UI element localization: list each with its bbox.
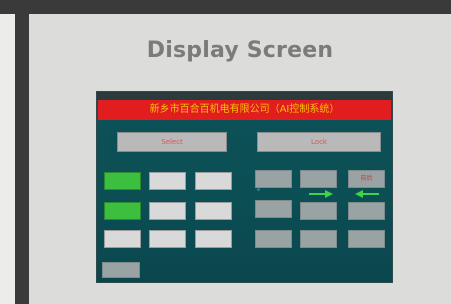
display-screen-panel: Display Screen 新乡市百合百机电有限公司（AI控制系统） Sele… — [29, 14, 451, 304]
left-divider — [15, 14, 29, 304]
hmi-right-button-3-3[interactable] — [348, 230, 385, 248]
hmi-screen-photo: 新乡市百合百机电有限公司（AI控制系统） Select Lock 前后 — [97, 92, 392, 282]
hmi-right-button-2-3[interactable] — [348, 202, 385, 220]
left-arrow-icon — [355, 190, 379, 198]
hmi-right-button-2-2[interactable] — [300, 202, 337, 220]
hmi-right-button-1-2[interactable] — [300, 170, 337, 188]
hmi-left-button-1-2[interactable] — [149, 172, 186, 190]
hmi-top-strip — [97, 92, 392, 100]
hmi-left-button-2-1[interactable] — [104, 202, 141, 220]
hmi-left-button-2-3[interactable] — [195, 202, 232, 220]
left-strip — [0, 14, 15, 304]
hmi-banner: 新乡市百合百机电有限公司（AI控制系统） — [98, 100, 391, 120]
hmi-left-button-1-1[interactable] — [104, 172, 141, 190]
hmi-right-button-2-1[interactable] — [255, 200, 292, 218]
hmi-right-button-3-1[interactable] — [255, 230, 292, 248]
hmi-right-button-1-3[interactable]: 前后 — [348, 170, 385, 188]
hmi-bottom-left-button[interactable] — [102, 262, 140, 278]
center-dot — [257, 188, 260, 191]
hmi-left-header[interactable]: Select — [117, 132, 227, 152]
hmi-left-button-3-3[interactable] — [195, 230, 232, 248]
hmi-left-button-3-1[interactable] — [104, 230, 141, 248]
hmi-right-header[interactable]: Lock — [257, 132, 381, 152]
hmi-left-button-2-2[interactable] — [149, 202, 186, 220]
hmi-left-button-1-3[interactable] — [195, 172, 232, 190]
hmi-right-button-1-1[interactable] — [255, 170, 292, 188]
hmi-left-button-3-2[interactable] — [149, 230, 186, 248]
hmi-right-button-3-2[interactable] — [300, 230, 337, 248]
top-bar — [0, 0, 451, 14]
panel-title: Display Screen — [146, 38, 334, 63]
right-arrow-icon — [309, 190, 333, 198]
